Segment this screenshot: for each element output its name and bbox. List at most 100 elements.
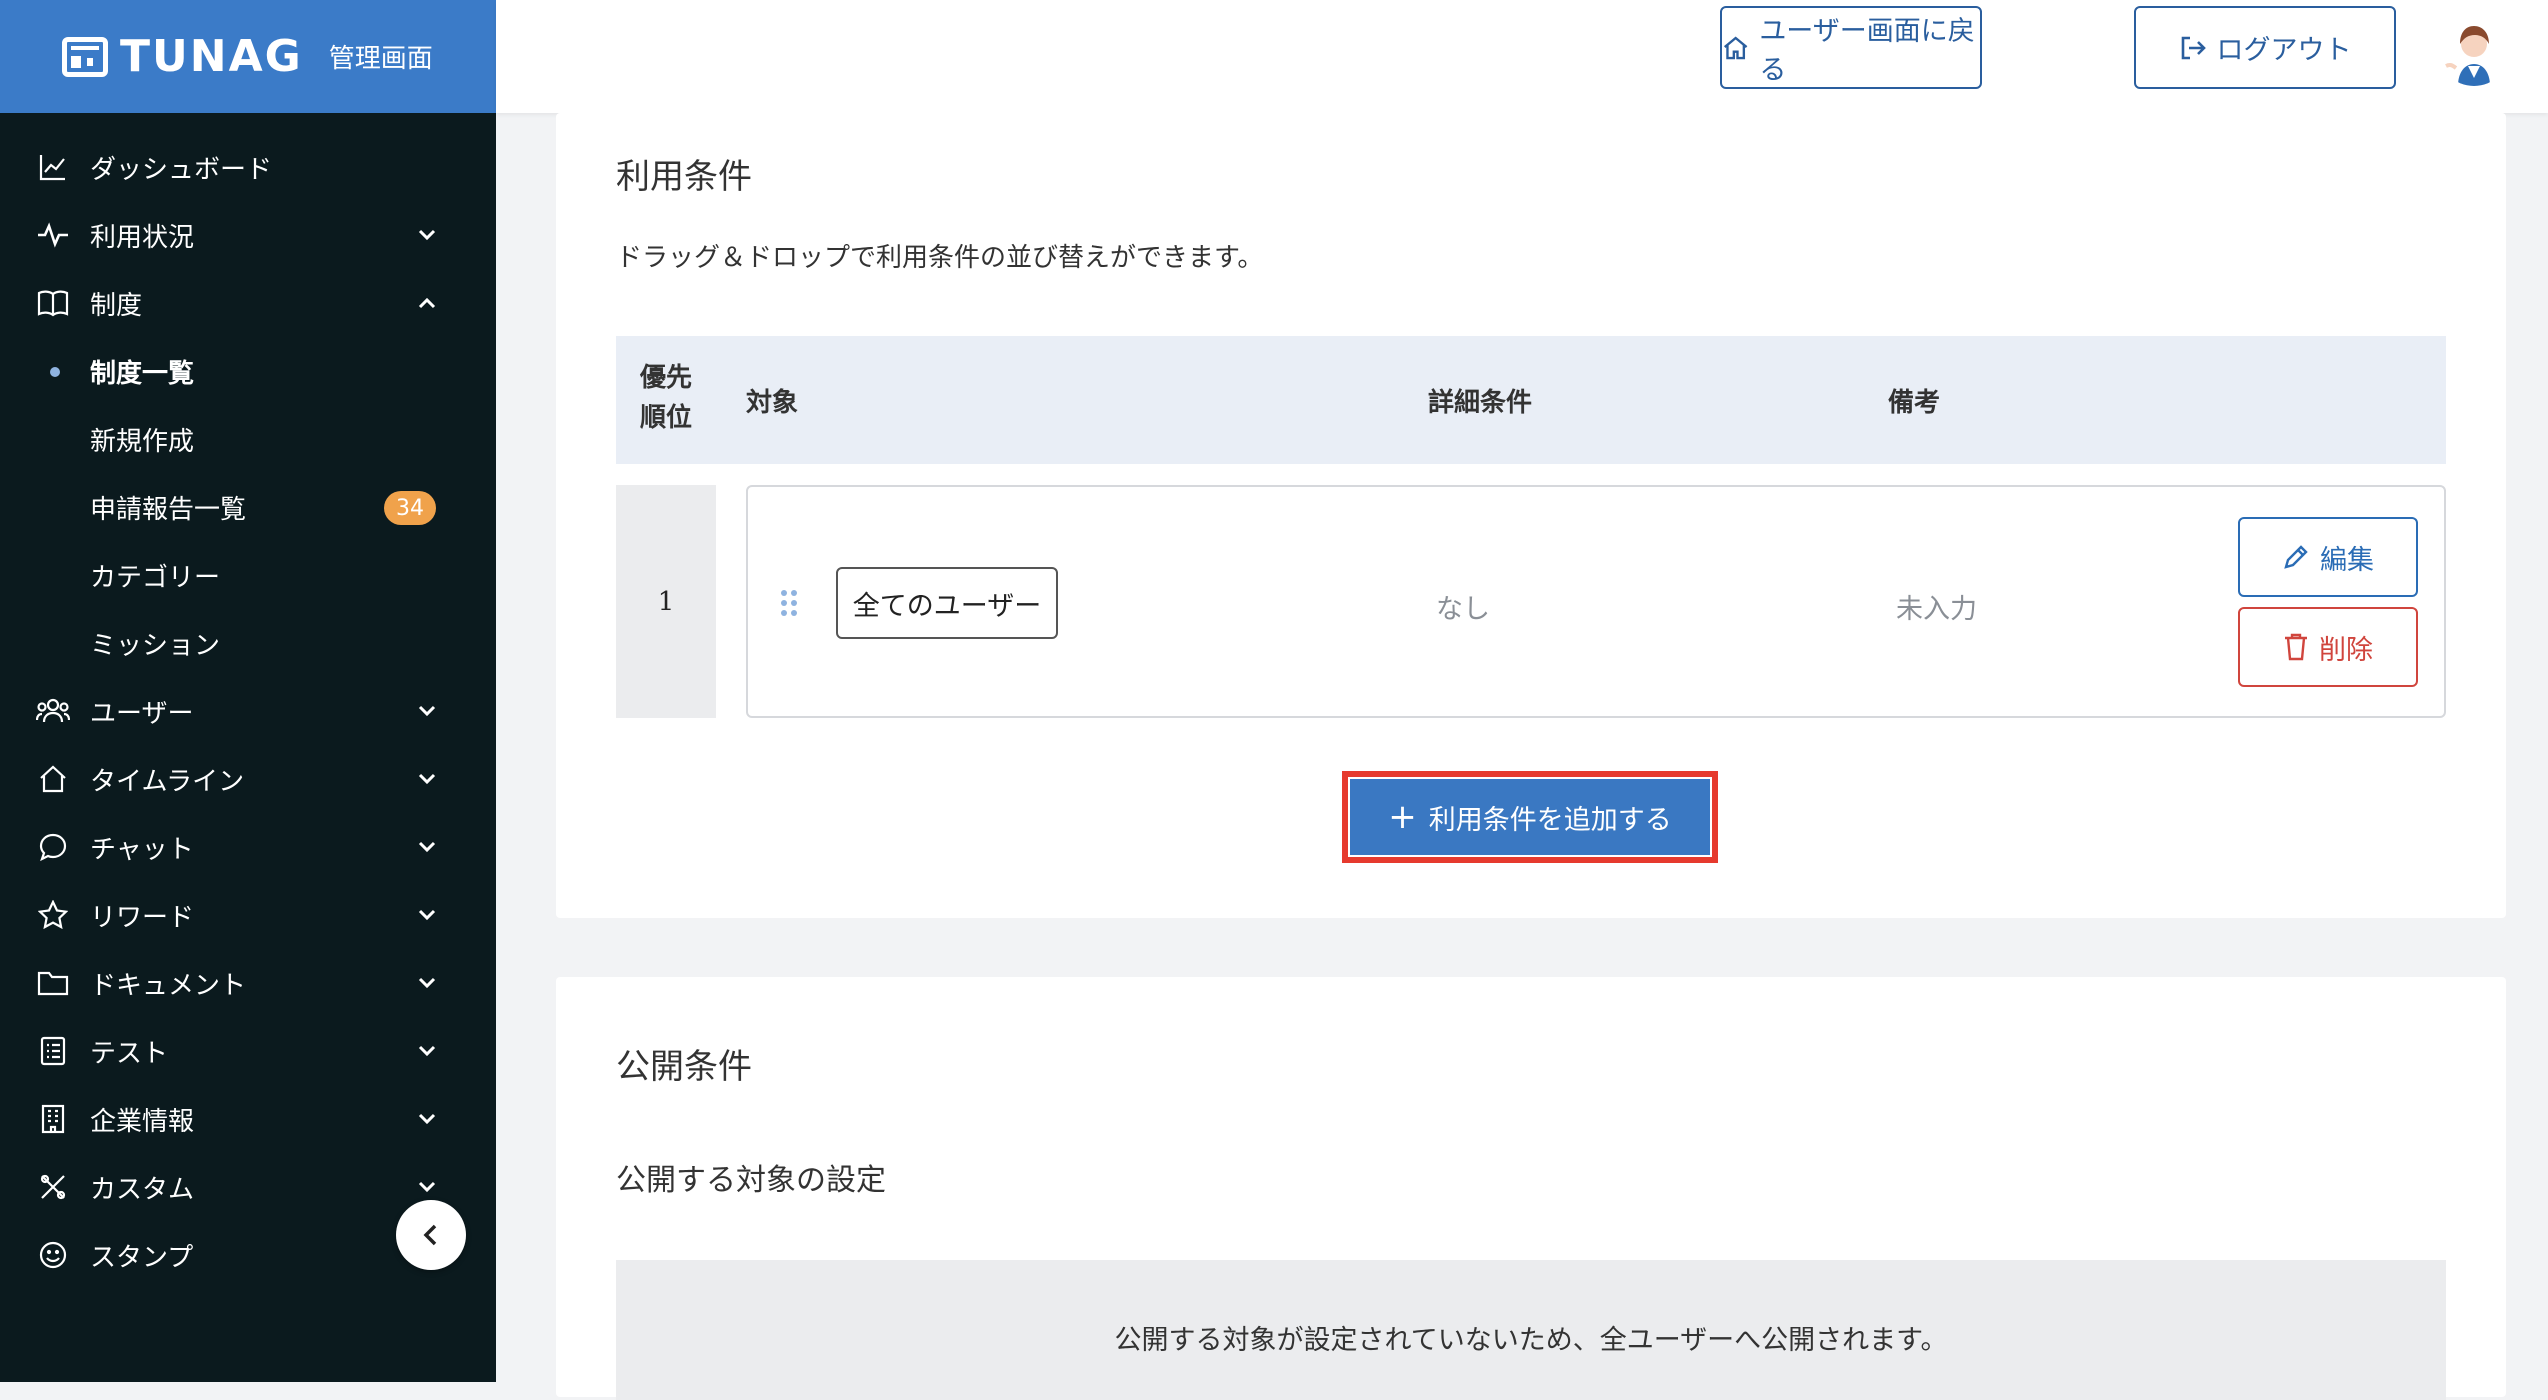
- delete-label: 削除: [2319, 634, 2373, 666]
- users-icon: [36, 694, 70, 728]
- usage-title: 利用条件: [616, 157, 752, 197]
- sidebar-item-company[interactable]: 企業情報: [0, 1085, 496, 1153]
- smile-icon: [36, 1238, 70, 1272]
- add-condition-highlight: + 利用条件を追加する: [1342, 771, 1718, 863]
- building-icon: [36, 1102, 70, 1136]
- user-screen-label: ユーザー画面に戻る: [1759, 15, 1975, 86]
- tunag-logo-icon: [62, 36, 108, 77]
- sidebar-nav: ダッシュボード 利用状況 制度 制度一覧 新規作成 申請報告一覧 34 カテゴリ…: [0, 113, 496, 1289]
- sidebar-item-usage[interactable]: 利用状況: [0, 201, 496, 269]
- plus-icon: +: [1388, 797, 1417, 837]
- sidebar-item-label: チャット: [90, 834, 194, 865]
- sidebar-item-label: タイムライン: [90, 766, 245, 797]
- publish-empty-box: 公開する対象が設定されていないため、全ユーザーへ公開されます。: [616, 1260, 2446, 1400]
- sidebar-item-dashboard[interactable]: ダッシュボード: [0, 133, 496, 201]
- chat-icon: [36, 830, 70, 864]
- sidebar-item-label: テスト: [90, 1038, 169, 1069]
- target-tag: 全てのユーザー: [836, 567, 1058, 639]
- sidebar-item-timeline[interactable]: タイムライン: [0, 745, 496, 813]
- sidebar: TUNAG 管理画面 ダッシュボード 利用状況 制度 制度一覧 新規作成 申請報…: [0, 0, 496, 1382]
- column-detail: 詳細条件: [1428, 388, 1533, 418]
- sidebar-subitem-label: 新規作成: [90, 426, 195, 457]
- column-target: 対象: [746, 388, 799, 418]
- usage-description: ドラッグ＆ドロップで利用条件の並び替えができます。: [616, 243, 1264, 273]
- sidebar-item-test[interactable]: テスト: [0, 1017, 496, 1085]
- chart-icon: [36, 150, 70, 184]
- usage-conditions-card: 利用条件 ドラッグ＆ドロップで利用条件の並び替えができます。 優先 順位 対象 …: [556, 113, 2506, 918]
- sidebar-item-system[interactable]: 制度: [0, 269, 496, 337]
- user-screen-button[interactable]: ユーザー画面に戻る: [1720, 6, 1982, 89]
- folder-icon: [36, 966, 70, 1000]
- sidebar-collapse-button[interactable]: [396, 1200, 466, 1270]
- home-icon: [36, 762, 70, 796]
- logout-label: ログアウト: [2216, 35, 2352, 66]
- logo-subtitle: 管理画面: [328, 44, 433, 74]
- logo-bar[interactable]: TUNAG 管理画面: [0, 0, 496, 113]
- sidebar-subitem-mission[interactable]: ミッション: [0, 609, 496, 677]
- publish-title: 公開条件: [616, 1047, 752, 1087]
- sidebar-subitem-system-list[interactable]: 制度一覧: [0, 337, 496, 405]
- publish-conditions-card: 公開条件 公開する対象の設定 公開する対象が設定されていないため、全ユーザーへ公…: [556, 977, 2506, 1400]
- rank-cell: 1: [616, 485, 716, 718]
- chevron-down-icon: [412, 220, 442, 250]
- sidebar-subitem-new[interactable]: 新規作成: [0, 405, 496, 473]
- tools-icon: [36, 1170, 70, 1204]
- home-icon: [1723, 35, 1748, 59]
- table-header: 優先 順位 対象 詳細条件 備考: [616, 336, 2446, 464]
- detail-value: なし: [1436, 594, 1490, 625]
- sidebar-item-chat[interactable]: チャット: [0, 813, 496, 881]
- sidebar-subitem-category[interactable]: カテゴリー: [0, 541, 496, 609]
- count-badge: 34: [384, 491, 436, 525]
- chevron-down-icon: [412, 968, 442, 998]
- chevron-down-icon: [412, 1036, 442, 1066]
- top-bar: ユーザー画面に戻る ログアウト: [496, 0, 2548, 113]
- column-rank: 優先 順位: [640, 358, 692, 438]
- sidebar-item-label: カスタム: [90, 1174, 195, 1205]
- book-icon: [36, 286, 70, 320]
- chevron-down-icon: [412, 1104, 442, 1134]
- sidebar-subitem-label: ミッション: [90, 630, 221, 661]
- sidebar-item-label: 企業情報: [90, 1106, 195, 1137]
- edit-button[interactable]: 編集: [2238, 517, 2418, 597]
- chevron-down-icon: [412, 832, 442, 862]
- list-icon: [36, 1034, 70, 1068]
- sidebar-item-label: ダッシュボード: [90, 154, 273, 185]
- sidebar-subitem-label: 申請報告一覧: [90, 494, 247, 525]
- sidebar-subitem-label: 制度一覧: [90, 358, 195, 389]
- sidebar-subitem-label: カテゴリー: [90, 562, 221, 593]
- publish-subtitle: 公開する対象の設定: [616, 1163, 886, 1198]
- avatar-icon: [2445, 26, 2490, 86]
- column-rank-line1: 優先: [640, 363, 693, 393]
- sidebar-item-label: リワード: [90, 902, 195, 933]
- logout-icon: [2181, 36, 2206, 59]
- star-icon: [36, 898, 70, 932]
- sidebar-item-users[interactable]: ユーザー: [0, 677, 496, 745]
- column-note: 備考: [1888, 388, 1941, 418]
- chevron-down-icon: [412, 764, 442, 794]
- table-row[interactable]: 全てのユーザー なし 未入力 編集 削除: [746, 485, 2446, 718]
- drag-handle-icon[interactable]: [780, 589, 798, 617]
- sidebar-item-label: ドキュメント: [90, 970, 247, 1001]
- sidebar-item-label: ユーザー: [90, 698, 194, 729]
- note-value: 未入力: [1896, 594, 1977, 625]
- chevron-down-icon: [412, 1172, 442, 1202]
- sidebar-item-label: 制度: [90, 290, 143, 321]
- sidebar-subitem-applications[interactable]: 申請報告一覧 34: [0, 473, 496, 541]
- sidebar-item-label: 利用状況: [90, 222, 195, 253]
- column-rank-line2: 順位: [640, 403, 693, 433]
- sidebar-item-label: スタンプ: [90, 1242, 194, 1273]
- pulse-icon: [36, 218, 70, 252]
- pencil-icon: [2284, 545, 2308, 569]
- avatar[interactable]: [2438, 14, 2510, 86]
- chevron-down-icon: [412, 900, 442, 930]
- edit-label: 編集: [2320, 544, 2374, 576]
- sidebar-item-reward[interactable]: リワード: [0, 881, 496, 949]
- chevron-left-icon: [423, 1224, 437, 1246]
- add-condition-label: 利用条件を追加する: [1428, 804, 1672, 836]
- logout-button[interactable]: ログアウト: [2134, 6, 2396, 89]
- publish-empty-text: 公開する対象が設定されていないため、全ユーザーへ公開されます。: [1114, 1325, 1948, 1356]
- sidebar-item-document[interactable]: ドキュメント: [0, 949, 496, 1017]
- logo-text: TUNAG: [120, 31, 303, 82]
- delete-button[interactable]: 削除: [2238, 607, 2418, 687]
- add-condition-button[interactable]: + 利用条件を追加する: [1350, 779, 1710, 855]
